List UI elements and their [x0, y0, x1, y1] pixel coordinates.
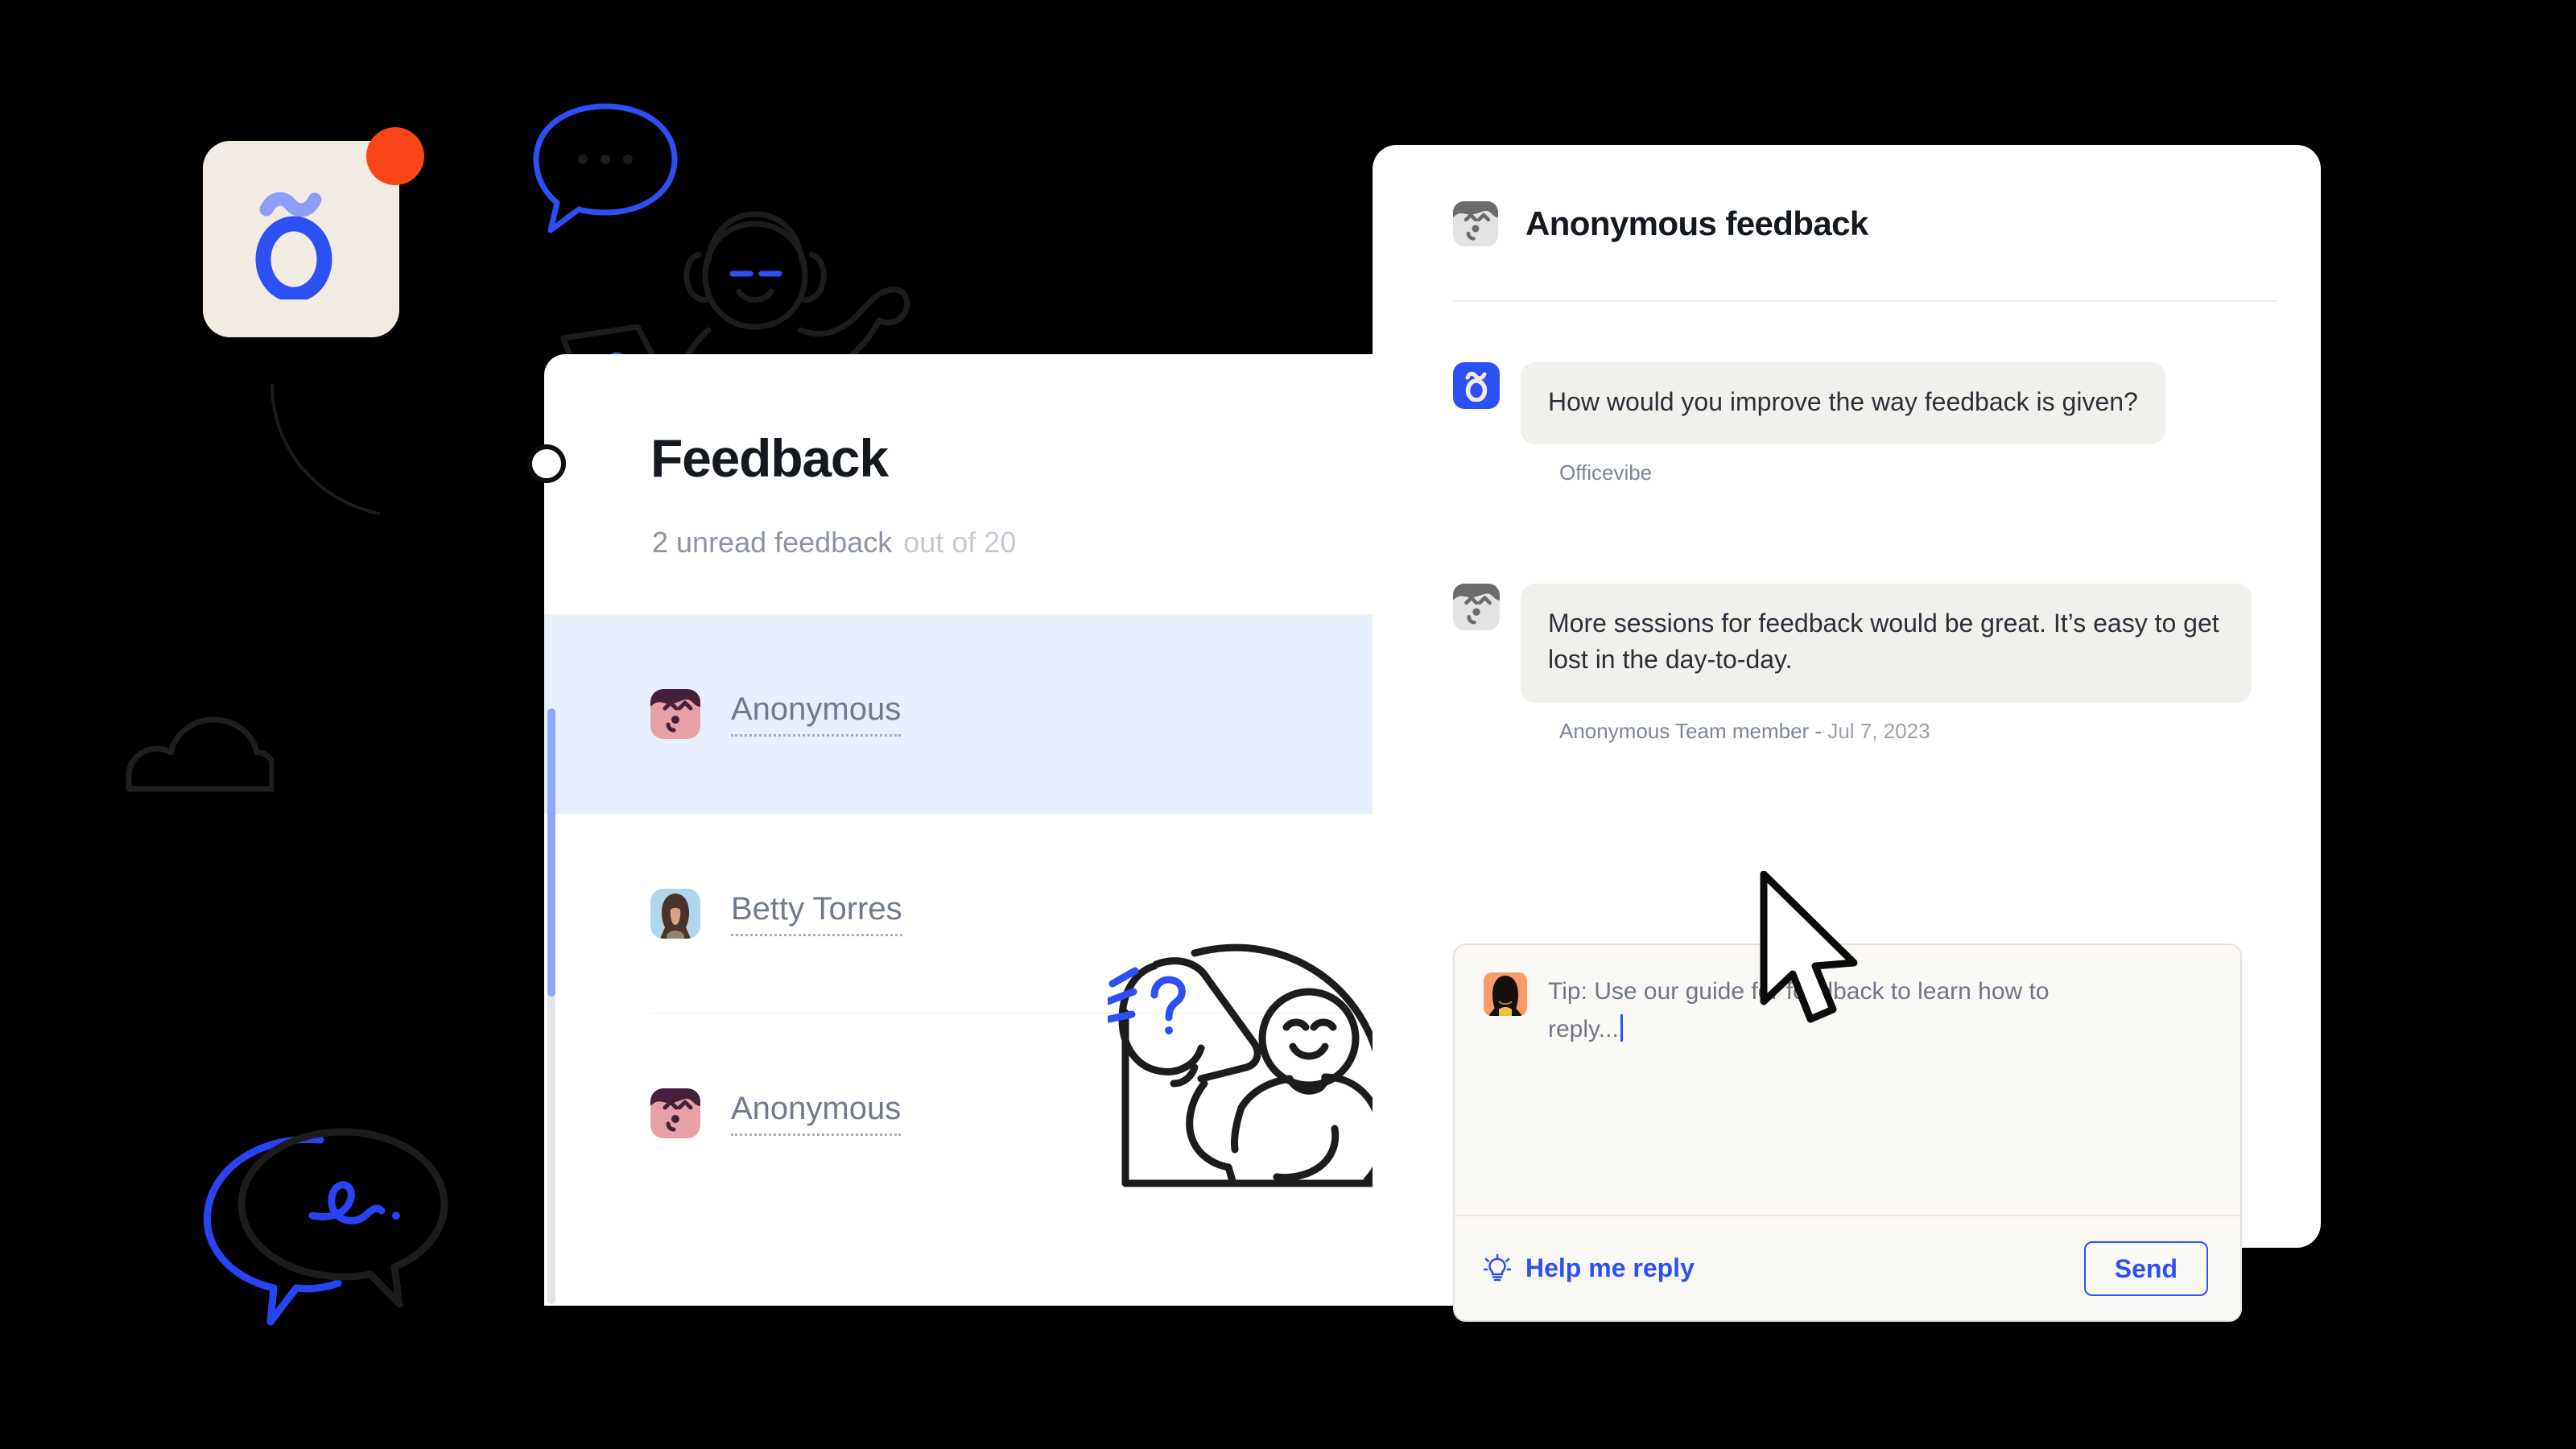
composer-footer: Help me reply Send [1455, 1215, 2240, 1320]
speech-bubbles-illustration [177, 1103, 459, 1328]
scrollbar-thumb[interactable] [547, 708, 555, 997]
lightbulb-icon [1484, 1253, 1511, 1281]
total-count-text: out of 20 [903, 526, 1017, 559]
arc-decoration [266, 378, 435, 523]
help-me-reply-button[interactable]: Help me reply [1484, 1253, 1695, 1283]
message-separator: - [1814, 718, 1828, 743]
list-item-label: Anonymous [731, 692, 902, 737]
anonymous-avatar-icon [1453, 201, 1498, 246]
message-item: More sessions for feedback would be grea… [1453, 584, 2277, 744]
text-caret [1620, 1014, 1623, 1042]
list-item-label: Anonymous [731, 1092, 902, 1136]
officevibe-logo-icon [255, 192, 332, 299]
header-divider [1453, 300, 2277, 302]
panel-header: Anonymous feedback [1453, 201, 1868, 246]
message-item: How would you improve the way feedback i… [1453, 362, 2277, 485]
anonymous-feedback-panel: Anonymous feedback How would you improve… [1373, 145, 2321, 1322]
unread-count-text: 2 unread feedback [652, 526, 893, 559]
message-text: How would you improve the way feedback i… [1521, 362, 2165, 445]
page-title: Feedback [650, 428, 889, 488]
list-item-label: Betty Torres [731, 892, 902, 936]
message-date: Jul 7, 2023 [1827, 718, 1930, 743]
cloud-outline-illustration [121, 708, 275, 805]
avatar [650, 889, 700, 939]
help-me-reply-label: Help me reply [1525, 1253, 1695, 1282]
user-avatar [1484, 972, 1527, 1016]
mouse-cursor [1759, 870, 1864, 1024]
edge-circle-decoration [527, 444, 566, 483]
anonymous-avatar-icon [1453, 584, 1500, 630]
anonymous-avatar [650, 1088, 700, 1138]
notification-badge-dot [366, 127, 424, 185]
officevibe-logo-avatar [1453, 362, 1500, 409]
message-text: More sessions for feedback would be grea… [1521, 584, 2252, 703]
send-button[interactable]: Send [2083, 1241, 2208, 1296]
feedback-count-summary: 2 unread feedback out of 20 [652, 528, 1016, 557]
message-author-date: Anonymous Team member - Jul 7, 2023 [1559, 719, 2277, 744]
anonymous-avatar [650, 689, 700, 739]
message-author: Anonymous Team member [1559, 718, 1810, 743]
panel-title: Anonymous feedback [1525, 204, 1868, 242]
message-author: Officevibe [1559, 460, 1653, 485]
screenshot-stage: Feedback 2 unread feedback out of 20 Ano… [0, 0, 2576, 1449]
